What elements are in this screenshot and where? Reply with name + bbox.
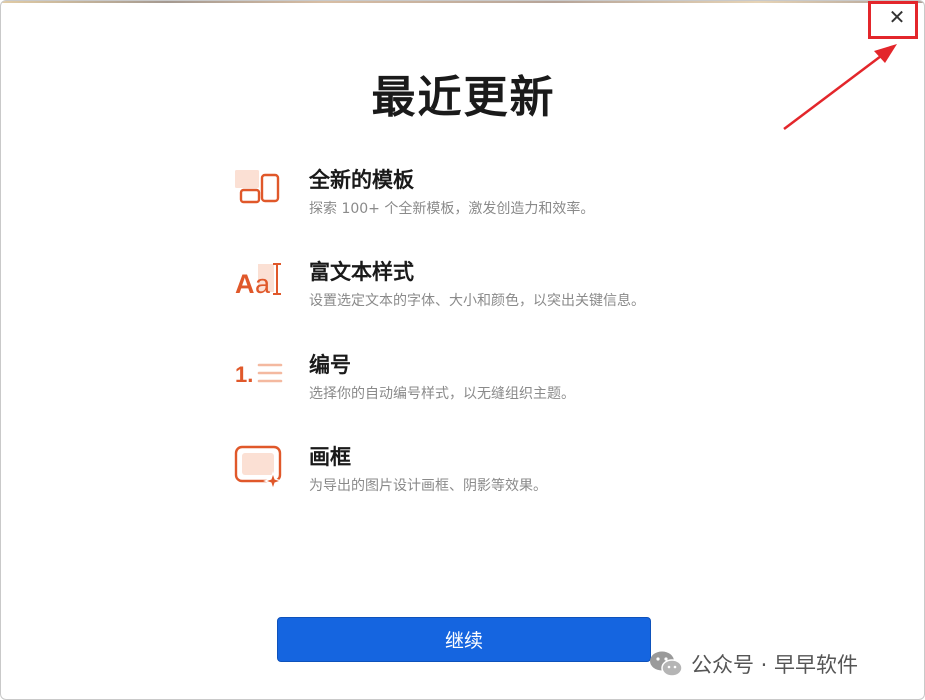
template-icon [235,170,280,204]
svg-text:1.: 1. [235,362,253,387]
feature-description: 探索 100+ 个全新模板，激发创造力和效率。 [309,201,595,217]
feature-description: 设置选定文本的字体、大小和颜色，以突出关键信息。 [309,293,645,309]
annotation-highlight-box [868,1,918,39]
feature-item-rich-text: A a 富文本样式 设置选定文本的字体、大小和颜色，以突出关键信息。 [234,256,754,326]
background-strip [1,1,924,3]
feature-item-frame: 画框 为导出的图片设计画框、阴影等效果。 [234,441,754,511]
feature-description: 为导出的图片设计画框、阴影等效果。 [309,478,547,494]
feature-title: 全新的模板 [309,168,414,192]
feature-item-templates: 全新的模板 探索 100+ 个全新模板，激发创造力和效率。 [234,164,754,234]
frame-icon [234,445,283,487]
watermark-text: 公众号 · 早早软件 [691,653,859,677]
feature-title: 编号 [309,353,351,377]
continue-button[interactable]: 继续 [277,617,651,662]
page-title: 最近更新 [371,72,556,123]
feature-title: 画框 [309,445,351,469]
feature-title: 富文本样式 [309,260,414,284]
watermark: 公众号 · 早早软件 [649,649,858,679]
svg-text:A: A [235,269,255,299]
feature-description: 选择你的自动编号样式，以无缝组织主题。 [309,386,575,402]
rich-text-icon: A a [235,263,281,299]
numbering-icon: 1. [235,362,283,387]
wechat-icon [650,651,683,677]
svg-text:a: a [255,269,271,299]
feature-item-numbering: 1. 编号 选择你的自动编号样式，以无缝组织主题。 [234,349,754,419]
whats-new-dialog: ✕ 最近更新 全新的模板 探索 100+ 个全新模板，激发创造力和效率。 A a… [0,0,925,700]
